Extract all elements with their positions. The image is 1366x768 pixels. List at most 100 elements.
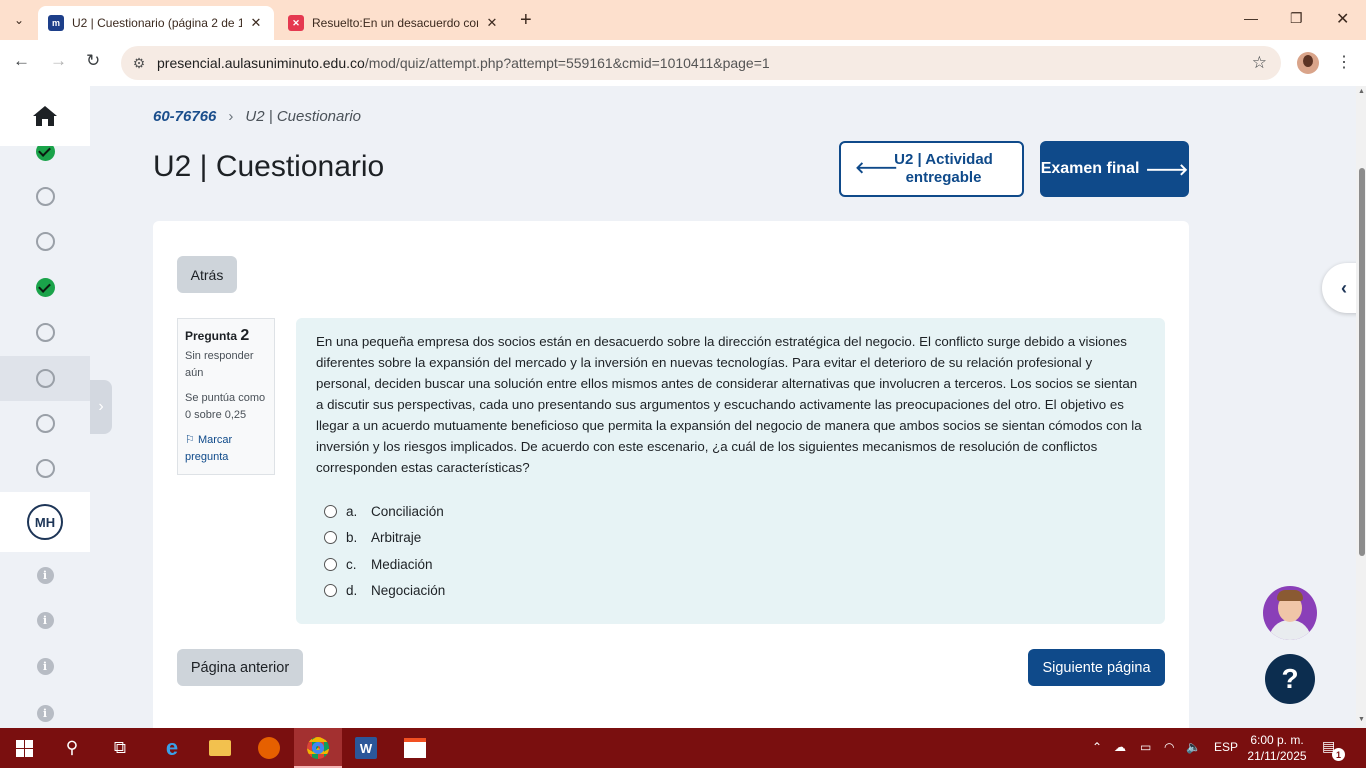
course-index-sidebar: MH i i i i [0, 86, 90, 728]
clock-time: 6:00 p. m. [1250, 733, 1304, 747]
word-icon: W [355, 737, 377, 759]
tab-search-button[interactable]: ⌄ [6, 7, 32, 33]
radio-button[interactable] [324, 531, 337, 545]
scroll-down-icon[interactable]: ▼ [1358, 716, 1365, 723]
answer-letter: d. [346, 583, 358, 599]
sidebar-item[interactable] [0, 401, 90, 446]
profile-avatar[interactable] [1297, 52, 1319, 74]
word-app[interactable]: W [342, 728, 390, 768]
empty-circle-icon [35, 369, 55, 388]
bookmark-star-icon[interactable]: ☆ [1252, 53, 1267, 73]
firefox-icon [258, 737, 280, 759]
browser-toolbar: ← → ↻ ⚙ presencial.aulasuniminuto.edu.co… [0, 40, 1366, 86]
show-hidden-icons[interactable]: ⌃ [1092, 740, 1102, 754]
home-button[interactable] [0, 86, 90, 146]
tab-title: U2 | Cuestionario (página 2 de 10) [72, 16, 242, 30]
answer-option-a[interactable]: a. Conciliación [316, 498, 1145, 525]
info-icon: i [36, 658, 54, 675]
scroll-up-icon[interactable]: ▲ [1358, 88, 1365, 95]
answer-text: Arbitraje [371, 530, 422, 546]
new-tab-button[interactable]: + [520, 9, 532, 32]
tab-title: Resuelto:En un desacuerdo con [312, 16, 478, 30]
next-activity-button[interactable]: Examen final 🡒 [1040, 141, 1189, 197]
back-button[interactable]: Atrás [177, 256, 237, 293]
sidebar-info-item[interactable]: i [0, 598, 90, 643]
radio-button[interactable] [324, 504, 337, 518]
language-indicator[interactable]: ESP [1214, 740, 1238, 754]
question-number-value: 2 [240, 327, 250, 344]
sidebar-info-item[interactable]: i [0, 644, 90, 689]
scrollbar-thumb[interactable] [1359, 168, 1365, 556]
brainly-favicon-icon: ✕ [288, 15, 304, 31]
answer-text: Conciliación [371, 503, 444, 519]
empty-circle-icon [35, 459, 55, 478]
next-activity-label: Examen final [1040, 160, 1140, 177]
flag-question-link[interactable]: ⚐ Marcar pregunta [185, 432, 267, 466]
volume-icon[interactable]: 🔈 [1186, 740, 1201, 754]
notification-count: 1 [1332, 748, 1345, 761]
assistant-avatar[interactable] [1263, 586, 1317, 640]
breadcrumb-course-link[interactable]: 60-76766 [153, 108, 216, 125]
breadcrumb-current[interactable]: U2 | Cuestionario [245, 108, 361, 125]
battery-icon[interactable]: ▭ [1140, 740, 1151, 754]
previous-activity-button[interactable]: 🡐 U2 | Actividad entregable [839, 141, 1024, 197]
open-drawer-button[interactable]: › [90, 380, 112, 434]
sidebar-item[interactable] [0, 174, 90, 219]
sidebar-info-item[interactable]: i [0, 553, 90, 598]
browser-menu-icon[interactable]: ⋮ [1336, 52, 1352, 72]
chevron-down-icon: ⌄ [13, 13, 25, 27]
url-host: presencial.aulasuniminuto.edu.co [157, 55, 365, 71]
tab-brainly[interactable]: ✕ Resuelto:En un desacuerdo con ✕ [278, 6, 510, 40]
breadcrumb-separator-icon: › [228, 108, 234, 125]
chevron-right-icon: › [98, 398, 104, 415]
back-arrow-icon[interactable]: ← [13, 51, 30, 71]
previous-page-button[interactable]: Página anterior [177, 649, 303, 686]
store-app[interactable] [391, 728, 439, 768]
answer-letter: c. [346, 556, 357, 572]
radio-button[interactable] [324, 584, 337, 598]
edge-icon: e [165, 735, 179, 760]
sidebar-item[interactable] [0, 219, 90, 264]
start-button[interactable] [0, 728, 48, 768]
search-button[interactable]: ⚲ [48, 728, 96, 768]
restore-button[interactable]: ❐ [1290, 10, 1303, 27]
avatar-body [1269, 620, 1311, 640]
tab-quiz[interactable]: m U2 | Cuestionario (página 2 de 10) ✕ [38, 6, 274, 40]
close-tab-icon[interactable]: ✕ [248, 15, 264, 31]
avatar-hair [1277, 590, 1303, 601]
chrome-app[interactable] [294, 728, 342, 768]
empty-circle-icon [35, 187, 55, 206]
reload-icon[interactable]: ↻ [86, 51, 100, 71]
answer-option-d[interactable]: d. Negociación [316, 578, 1145, 605]
forward-arrow-icon[interactable]: → [50, 51, 67, 71]
user-menu[interactable]: MH [0, 492, 90, 552]
sidebar-item-current[interactable] [0, 356, 90, 401]
answer-option-b[interactable]: b. Arbitraje [316, 525, 1145, 552]
close-tab-icon[interactable]: ✕ [484, 15, 500, 31]
address-bar[interactable]: ⚙ presencial.aulasuniminuto.edu.co/mod/q… [121, 46, 1281, 80]
task-view-button[interactable]: ⧉ [96, 728, 144, 768]
sidebar-item[interactable] [0, 446, 90, 491]
clock-date: 21/11/2025 [1247, 749, 1307, 763]
answer-text: Mediación [371, 556, 433, 572]
close-window-button[interactable]: ✕ [1336, 9, 1349, 29]
minimize-button[interactable]: — [1244, 10, 1258, 26]
file-explorer-app[interactable] [196, 728, 244, 768]
clock[interactable]: 6:00 p. m. 21/11/2025 [1244, 732, 1310, 764]
site-info-icon[interactable]: ⚙ [121, 55, 157, 72]
edge-app[interactable]: e [148, 728, 196, 768]
sidebar-item[interactable] [0, 265, 90, 310]
help-button[interactable]: ? [1265, 654, 1315, 704]
wifi-icon[interactable]: ◠ [1164, 740, 1174, 754]
chrome-icon [307, 737, 329, 759]
next-page-button[interactable]: Siguiente página [1028, 649, 1165, 686]
empty-circle-icon [35, 232, 55, 251]
notification-center[interactable]: ▤ 1 [1322, 738, 1345, 761]
sidebar-item[interactable] [0, 146, 90, 161]
info-icon: i [36, 705, 54, 722]
radio-button[interactable] [324, 557, 337, 571]
onedrive-icon[interactable]: ☁ [1114, 740, 1126, 754]
sidebar-item[interactable] [0, 310, 90, 355]
answer-option-c[interactable]: c. Mediación [316, 551, 1145, 578]
firefox-app[interactable] [245, 728, 293, 768]
